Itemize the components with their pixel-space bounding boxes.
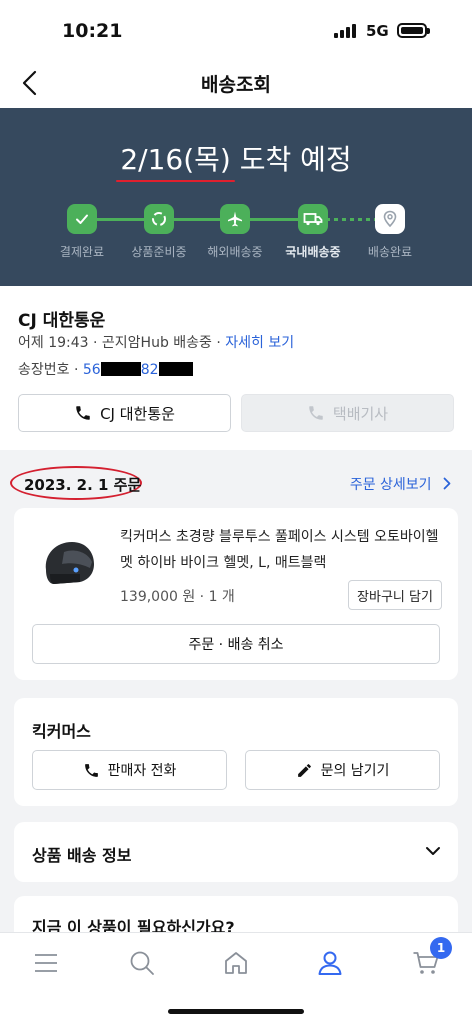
seller-name: 킥커머스 <box>32 722 91 741</box>
battery-icon <box>397 23 430 38</box>
chevron-right-icon <box>443 477 451 490</box>
invoice-label: 송장번호 · <box>18 362 83 378</box>
page-title: 배송조회 <box>201 74 271 96</box>
tracking-detail-link[interactable]: 자세히 보기 <box>225 335 294 351</box>
call-driver-label: 택배기사 <box>332 404 389 423</box>
inquiry-button[interactable]: 문의 남기기 <box>245 750 440 790</box>
carrier-section: CJ 대한통운 어제 19:43 · 곤지암Hub 배송중 · 자세히 보기 송… <box>0 286 472 450</box>
cancel-order-button[interactable]: 주문 · 배송 취소 <box>32 624 440 664</box>
redaction-block <box>158 362 193 376</box>
shipping-info-card[interactable]: 상품 배송 정보 <box>14 822 458 882</box>
product-card: 킥커머스 초경량 블루투스 풀페이스 시스템 오토바이헬멧 하이바 바이크 헬멧… <box>14 508 458 680</box>
cart-count-badge: 1 <box>430 937 452 959</box>
step-domestic: 국내배송중 <box>273 204 353 260</box>
step-label: 상품준비중 <box>131 245 187 259</box>
tracking-status: 어제 19:43 · 곤지암Hub 배송중 · 자세히 보기 <box>18 332 294 352</box>
phone-icon <box>76 406 90 420</box>
tab-home[interactable] <box>216 945 256 981</box>
home-indicator <box>168 1009 304 1014</box>
home-icon <box>225 952 247 974</box>
add-to-cart-button[interactable]: 장바구니 담기 <box>348 580 442 610</box>
status-bar: 10:21 5G <box>0 0 472 58</box>
step-label-current: 국내배송중 <box>285 245 341 259</box>
order-detail-label: 주문 상세보기 <box>349 477 432 493</box>
product-thumbnail[interactable] <box>36 530 100 594</box>
seller-card: 킥커머스 판매자 전화 문의 남기기 <box>14 698 458 806</box>
pencil-icon <box>297 763 311 777</box>
arrival-suffix: 도착 예정 <box>230 143 352 176</box>
tab-search[interactable] <box>122 945 162 981</box>
delivery-progress: 결제완료 상품준비중 해외배송중 국내배송중 배송완료 <box>0 204 472 274</box>
call-driver-button[interactable]: 택배기사 <box>241 394 454 432</box>
invoice-digits-2[interactable]: 82 <box>141 362 159 378</box>
call-seller-button[interactable]: 판매자 전화 <box>32 750 227 790</box>
delivery-hero: 2/16(목) 도착 예정 결제완료 상품준비중 해외배송중 국내배송중 배송완… <box>0 108 472 286</box>
phone-icon <box>309 406 323 420</box>
product-name[interactable]: 킥커머스 초경량 블루투스 풀페이스 시스템 오토바이헬멧 하이바 바이크 헬멧… <box>120 524 446 576</box>
order-detail-link[interactable]: 주문 상세보기 <box>350 474 452 494</box>
step-label: 배송완료 <box>367 245 413 259</box>
step-label: 해외배송중 <box>207 245 263 259</box>
call-carrier-button[interactable]: CJ 대한통운 <box>18 394 231 432</box>
airplane-icon <box>220 204 250 234</box>
phone-icon <box>84 763 98 777</box>
redaction-block <box>100 362 141 376</box>
chevron-down-icon <box>426 847 440 855</box>
tracking-status-text: 어제 19:43 · 곤지암Hub 배송중 · <box>18 335 226 351</box>
carrier-name: CJ 대한통운 <box>18 311 106 331</box>
menu-icon <box>35 954 57 972</box>
step-preparing: 상품준비중 <box>119 204 199 260</box>
order-header: 2023. 2. 1 주문 주문 상세보기 <box>0 462 472 506</box>
invoice-digits-1[interactable]: 56 <box>83 362 101 378</box>
status-time: 10:21 <box>62 20 123 42</box>
refresh-icon <box>144 204 174 234</box>
truck-icon <box>298 204 328 234</box>
order-date: 2023. 2. 1 주문 <box>24 476 142 494</box>
step-delivered: 배송완료 <box>350 204 430 260</box>
tab-menu[interactable] <box>26 945 66 981</box>
product-price: 139,000 원 · 1 개 <box>120 589 235 605</box>
shipping-info-label: 상품 배송 정보 <box>32 846 132 865</box>
call-carrier-label: CJ 대한통운 <box>100 404 175 423</box>
invoice-number: 송장번호 · 56 82 <box>18 359 193 379</box>
arrival-estimate: 2/16(목) 도착 예정 <box>0 138 472 178</box>
network-label: 5G <box>366 22 389 40</box>
step-label: 결제완료 <box>59 245 105 259</box>
nav-bar: 배송조회 <box>0 58 472 108</box>
tab-my-page[interactable] <box>310 945 350 981</box>
inquiry-label: 문의 남기기 <box>320 763 390 779</box>
step-payment-complete: 결제완료 <box>42 204 122 260</box>
location-pin-icon <box>375 204 405 234</box>
tab-cart[interactable]: 1 <box>406 937 452 981</box>
arrival-date: 2/16(목) <box>120 143 231 176</box>
search-icon <box>130 951 154 975</box>
cancel-order-label: 주문 · 배송 취소 <box>188 637 284 653</box>
step-overseas: 해외배송중 <box>195 204 275 260</box>
check-icon <box>67 204 97 234</box>
user-icon <box>318 951 342 975</box>
signal-icon <box>334 22 356 38</box>
call-seller-label: 판매자 전화 <box>107 763 177 779</box>
